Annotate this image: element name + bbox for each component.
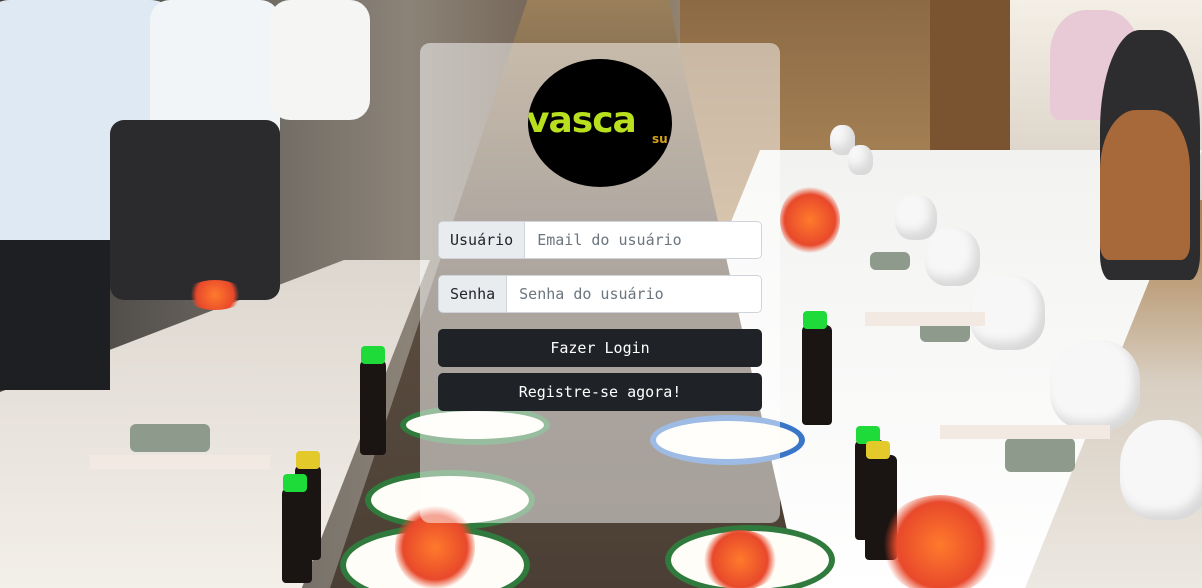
bg-chair: [848, 145, 873, 175]
bg-chair: [1120, 420, 1202, 520]
login-button[interactable]: Fazer Login: [438, 329, 762, 367]
bg-napkin: [90, 455, 270, 469]
username-group: Usuário: [438, 221, 762, 259]
password-label: Senha: [439, 276, 508, 312]
username-label: Usuário: [439, 222, 526, 258]
bg-apron: [110, 120, 280, 300]
bg-flower: [880, 495, 1000, 588]
bg-chef: [270, 0, 370, 120]
bg-tray: [130, 424, 210, 452]
bg-chair: [895, 195, 937, 240]
logo-sub: su: [652, 132, 668, 146]
bg-tray: [1005, 438, 1075, 472]
register-button[interactable]: Registre-se agora!: [438, 373, 762, 411]
bg-tray: [870, 252, 910, 270]
logo-wordmark: vasca: [528, 100, 637, 141]
password-group: Senha: [438, 275, 762, 313]
bg-flower: [185, 280, 245, 310]
login-card: vasca su Usuário Senha Fazer Login Regis…: [420, 43, 780, 523]
bg-soy-bottle: [802, 311, 832, 425]
username-input[interactable]: [525, 222, 761, 258]
bg-flower: [780, 185, 840, 255]
bg-soy-bottle: [282, 474, 312, 583]
bg-chair-wood: [1100, 110, 1190, 260]
bg-napkin: [865, 312, 985, 326]
bg-chef-pants: [0, 240, 110, 390]
bg-chair: [1050, 340, 1140, 430]
bg-flower: [700, 530, 780, 588]
bg-napkin: [940, 425, 1110, 439]
logo: vasca su: [528, 59, 672, 187]
bg-soy-bottle: [360, 346, 386, 455]
password-input[interactable]: [507, 276, 761, 312]
bg-chair: [925, 228, 980, 286]
